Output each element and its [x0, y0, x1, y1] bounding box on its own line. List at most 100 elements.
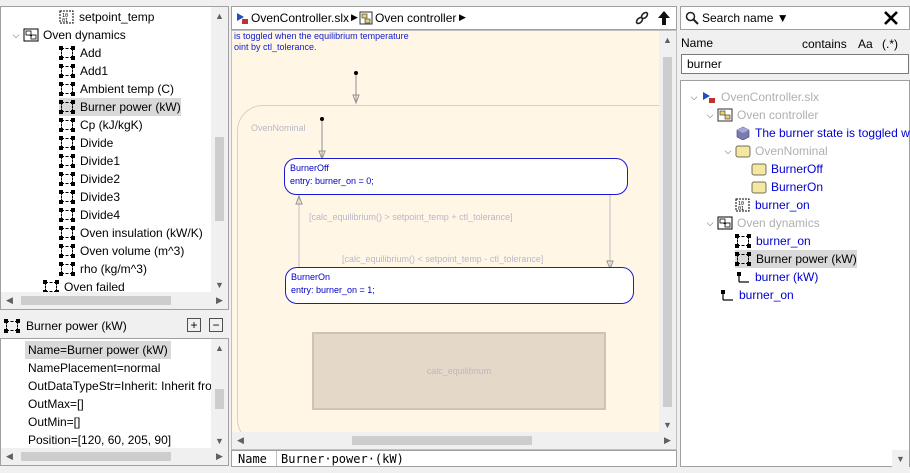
search-result-label: BurnerOff	[771, 162, 823, 176]
search-result-item[interactable]: BurnerOn	[751, 178, 823, 196]
burner-on-state[interactable]: BurnerOn entry: burner_on = 1;	[285, 267, 634, 304]
search-result-item[interactable]: burner_on	[735, 232, 811, 250]
arrow-up-icon[interactable]	[656, 10, 672, 26]
tree-horizontal-scrollbar[interactable]: ◀ ▶	[1, 292, 228, 309]
canvas-horizontal-scrollbar[interactable]: ◀ ▶	[232, 432, 676, 449]
case-sensitive-toggle[interactable]: Aa	[858, 37, 873, 51]
search-result-item[interactable]: ⌵ OvenNominal	[721, 142, 828, 160]
regex-toggle[interactable]: (.*)	[882, 37, 898, 51]
svg-text:01: 01	[62, 18, 68, 24]
scroll-down-icon[interactable]: ▼	[211, 432, 228, 449]
tree-item[interactable]: Divide3	[59, 188, 120, 206]
tree-item[interactable]: Divide4	[59, 206, 120, 224]
scroll-down-icon[interactable]: ▼	[211, 276, 228, 293]
search-result-item[interactable]: 10 01 burner_on	[735, 196, 810, 214]
props-vertical-scrollbar[interactable]: ▲ ▼	[211, 339, 228, 449]
chevron-down-icon[interactable]: ⌵	[721, 146, 735, 157]
remove-property-button[interactable]: −	[209, 318, 223, 332]
model-browser-tree[interactable]: 10 01 setpoint_temp ⌵ Oven dynamics Add Add1 Am…	[0, 6, 229, 310]
scroll-up-icon[interactable]: ▲	[659, 31, 676, 48]
breadcrumb-item-chart[interactable]: Oven controller	[375, 11, 456, 25]
tree-item[interactable]: Cp (kJ/kgK)	[59, 116, 143, 134]
transition-label-up[interactable]: [calc_equilibrium() > setpoint_temp + ct…	[309, 212, 513, 222]
property-row[interactable]: Position=[120, 60, 205, 90]	[25, 431, 174, 449]
chevron-down-icon[interactable]: ⌵	[703, 110, 717, 121]
search-result-item[interactable]: burner_on	[719, 286, 794, 304]
name-bar[interactable]: Name Burner·power·(kW)	[231, 450, 677, 467]
property-row[interactable]: OutMin=[]	[25, 413, 83, 431]
transition-label-down[interactable]: [calc_equilibrium() < setpoint_temp - ct…	[342, 254, 543, 264]
scroll-down-icon[interactable]: ▼	[659, 416, 676, 433]
tree-hscroll-thumb[interactable]	[21, 296, 171, 305]
tree-item-label: rho (kg/m^3)	[80, 262, 147, 276]
scroll-left-icon[interactable]: ◀	[1, 448, 18, 465]
tree-item[interactable]: ⌵ Oven dynamics	[9, 26, 126, 44]
canvas-scroll-thumb[interactable]	[663, 57, 672, 407]
scroll-left-icon[interactable]: ◀	[232, 432, 249, 449]
properties-list[interactable]: Name=Burner power (kW) NamePlacement=norm…	[0, 338, 229, 466]
tree-item-label: Ambient temp (C)	[80, 82, 175, 96]
scroll-right-icon[interactable]: ▶	[211, 292, 228, 309]
tree-item[interactable]: Oven volume (m^3)	[59, 242, 184, 260]
match-mode-dropdown[interactable]: contains	[802, 37, 847, 51]
search-input[interactable]: burner	[681, 54, 909, 74]
tree-vertical-scrollbar[interactable]: ▲ ▼	[211, 7, 228, 293]
scroll-right-icon[interactable]: ▶	[211, 448, 228, 465]
search-results-tree[interactable]: ⌵ OvenController.slx ⌵ Oven controller The b…	[680, 80, 910, 467]
chevron-down-icon[interactable]: ⌵	[703, 218, 717, 229]
block-icon	[59, 64, 75, 78]
property-row[interactable]: NamePlacement=normal	[25, 359, 163, 377]
tree-item[interactable]: Burner power (kW)	[59, 98, 181, 116]
tree-scroll-thumb[interactable]	[215, 137, 224, 221]
scroll-down-icon[interactable]: ▼	[892, 450, 909, 467]
search-result-item[interactable]: Burner power (kW)	[735, 250, 857, 268]
search-result-item[interactable]: burner (kW)	[735, 268, 818, 286]
scroll-up-icon[interactable]: ▲	[211, 7, 228, 24]
search-result-item[interactable]: ⌵ Oven controller	[703, 106, 819, 124]
tree-item-label: Oven volume (m^3)	[80, 244, 185, 258]
tree-item[interactable]: Divide2	[59, 170, 120, 188]
calc-equilibrium-function[interactable]: calc_equilibrium	[312, 332, 606, 410]
search-result-item[interactable]: The burner state is toggled w	[735, 124, 910, 142]
tree-item[interactable]: 10 01 setpoint_temp	[59, 8, 154, 26]
canvas-hscroll-thumb[interactable]	[352, 436, 532, 445]
search-mode-dropdown[interactable]: Search name ▼	[702, 11, 789, 25]
tree-item[interactable]: Ambient temp (C)	[59, 80, 174, 98]
burner-off-name: BurnerOff	[290, 163, 329, 173]
canvas-vertical-scrollbar[interactable]: ▲ ▼	[659, 31, 676, 433]
search-result-item[interactable]: ⌵ Oven dynamics	[703, 214, 820, 232]
breadcrumb-item-model[interactable]: OvenController.slx	[251, 11, 349, 25]
tree-item[interactable]: Add1	[59, 62, 108, 80]
add-property-button[interactable]: +	[187, 318, 201, 332]
stateflow-canvas[interactable]: is toggled when the equilibrium temperat…	[231, 30, 677, 450]
block-icon	[59, 226, 75, 240]
tree-item-label: Divide2	[80, 172, 121, 186]
property-row[interactable]: OutMax=[]	[25, 395, 87, 413]
tree-item-label: Cp (kJ/kgK)	[80, 118, 143, 132]
search-result-item[interactable]: BurnerOff	[751, 160, 823, 178]
tree-item[interactable]: Divide	[59, 134, 113, 152]
scroll-left-icon[interactable]: ◀	[1, 292, 18, 309]
tree-item[interactable]: Oven insulation (kW/K)	[59, 224, 203, 242]
chevron-down-icon[interactable]: ⌵	[687, 92, 701, 103]
property-text: Name=Burner power (kW)	[28, 343, 168, 357]
property-row[interactable]: OutDataTypeStr=Inherit: Inherit fro	[25, 377, 215, 395]
tree-item[interactable]: Add	[59, 44, 101, 62]
property-row[interactable]: Name=Burner power (kW)	[25, 341, 171, 359]
burner-off-state[interactable]: BurnerOff entry: burner_on = 0;	[284, 158, 628, 195]
breadcrumb: OvenController.slx ▶ Oven controller ▶	[231, 6, 677, 30]
tree-item[interactable]: rho (kg/m^3)	[59, 260, 147, 278]
state-icon	[751, 180, 767, 194]
close-icon[interactable]	[882, 9, 900, 27]
props-scroll-thumb[interactable]	[215, 389, 224, 409]
search-result-item[interactable]: ⌵ OvenController.slx	[687, 88, 819, 106]
property-text: Position=[120, 60, 205, 90]	[28, 433, 172, 447]
link-icon[interactable]	[634, 10, 650, 26]
name-bar-value[interactable]: Burner·power·(kW)	[276, 451, 404, 466]
chevron-down-icon[interactable]: ⌵	[9, 30, 23, 41]
scroll-right-icon[interactable]: ▶	[659, 432, 676, 449]
tree-item[interactable]: Divide1	[59, 152, 120, 170]
scroll-up-icon[interactable]: ▲	[211, 339, 228, 356]
props-hscroll-thumb[interactable]	[21, 452, 171, 461]
props-horizontal-scrollbar[interactable]: ◀ ▶	[1, 448, 228, 465]
